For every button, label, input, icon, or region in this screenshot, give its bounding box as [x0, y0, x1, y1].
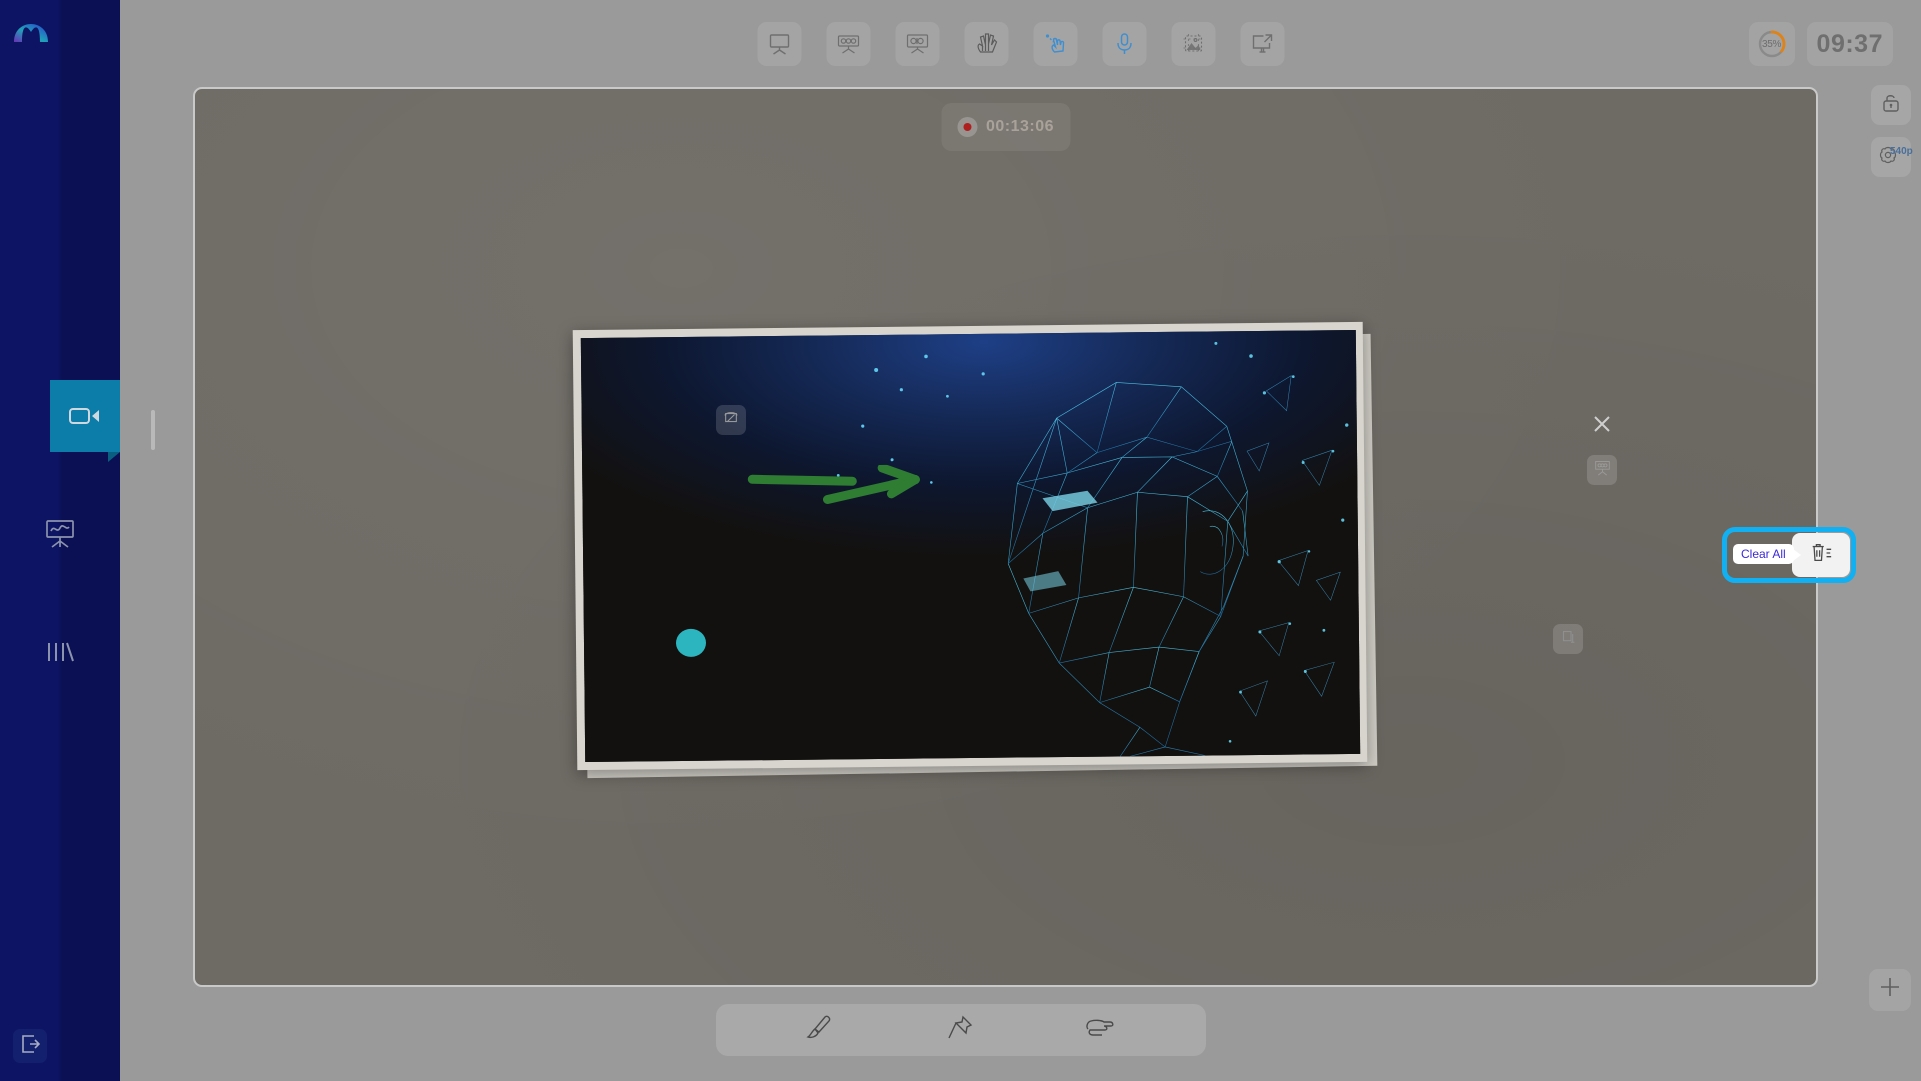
sidebar-resize-handle[interactable]	[151, 410, 155, 450]
particle-dots	[836, 354, 985, 484]
battery-indicator[interactable]: 35%	[1748, 22, 1795, 66]
image-crop-icon	[1181, 32, 1205, 56]
toolbar-microphone-button[interactable]	[1102, 22, 1146, 66]
video-camera-icon	[68, 404, 102, 428]
cyan-dot-annotation	[675, 628, 707, 658]
copy-icon	[1561, 629, 1576, 649]
recording-timer: 00:13:06	[940, 103, 1071, 151]
video-send-board-button[interactable]	[1587, 455, 1617, 485]
toolbar-cast-screen-button[interactable]	[1240, 22, 1284, 66]
resolution-button[interactable]: 540p	[1871, 137, 1913, 177]
video-frame	[572, 321, 1368, 771]
rotate-image-icon	[723, 410, 739, 431]
point-tool-button[interactable]	[1078, 1008, 1122, 1052]
record-dot-icon	[956, 117, 977, 137]
battery-percent-label: 35%	[1761, 38, 1782, 50]
exit-door-icon	[19, 1033, 41, 1060]
plus-crosshair-icon	[1878, 976, 1902, 1005]
clear-all-button[interactable]	[1792, 533, 1850, 577]
add-button[interactable]	[1869, 969, 1911, 1011]
easel-shapes-icon	[905, 32, 929, 56]
video-close-button[interactable]	[1585, 409, 1619, 443]
toolbar-board-shapes-button[interactable]	[895, 22, 939, 66]
easel-layout-icon	[1594, 459, 1611, 481]
toolbar-pointer-button[interactable]	[1033, 22, 1077, 66]
sidebar-item-whiteboard[interactable]	[0, 498, 120, 570]
sidebar-nav	[0, 380, 120, 734]
recording-elapsed-label: 00:13:06	[985, 118, 1055, 135]
whiteboard-chart-icon	[43, 519, 77, 549]
trash-clear-icon	[1809, 541, 1833, 570]
easel-layout-icon	[836, 32, 860, 56]
sidebar-item-recording[interactable]	[50, 380, 120, 462]
toolbar-icon-group	[757, 22, 1284, 66]
brush-tool-button[interactable]	[799, 1008, 843, 1052]
clock-label: 09:37	[1806, 22, 1893, 66]
lock-icon	[1880, 92, 1902, 119]
right-controls: 540p	[1871, 85, 1913, 177]
green-arrow-annotation	[747, 464, 920, 504]
push-pin-icon	[946, 1014, 974, 1047]
clear-all-tooltip: Clear All	[1733, 544, 1801, 564]
arch-logo	[10, 8, 52, 44]
toolbar-whiteboard-button[interactable]	[757, 22, 801, 66]
video-copy-button[interactable]	[1553, 624, 1583, 654]
top-toolbar: 35% 09:37	[120, 0, 1921, 90]
bars-slash-icon	[45, 640, 75, 664]
toolbar-hand-gesture-button[interactable]	[964, 22, 1008, 66]
main-canvas[interactable]: 00:13:06	[193, 87, 1818, 987]
lock-button[interactable]	[1871, 85, 1911, 125]
video-card[interactable]	[572, 321, 1397, 779]
pin-tool-button[interactable]	[938, 1008, 982, 1052]
clear-all-highlight: Clear All	[1722, 527, 1856, 583]
close-icon	[1591, 413, 1613, 440]
pointer-click-icon	[1043, 32, 1067, 56]
toolbar-image-frame-button[interactable]	[1171, 22, 1215, 66]
toolbar-board-layout-button[interactable]	[826, 22, 870, 66]
pointing-hand-icon	[1084, 1015, 1116, 1046]
bottom-toolbar	[715, 1004, 1206, 1056]
video-rotate-button[interactable]	[716, 405, 746, 435]
status-group: 35% 09:37	[1748, 22, 1893, 66]
resolution-label: 540p	[1890, 146, 1913, 157]
exit-button[interactable]	[13, 1029, 47, 1063]
sidebar	[0, 0, 120, 1081]
hand-sketch-icon	[974, 32, 998, 56]
screen-share-icon	[1250, 32, 1274, 56]
video-screen[interactable]	[580, 329, 1361, 763]
sidebar-item-library[interactable]	[0, 616, 120, 688]
paint-brush-icon	[806, 1013, 836, 1048]
easel-board-icon	[767, 32, 791, 56]
microphone-icon	[1112, 32, 1136, 56]
